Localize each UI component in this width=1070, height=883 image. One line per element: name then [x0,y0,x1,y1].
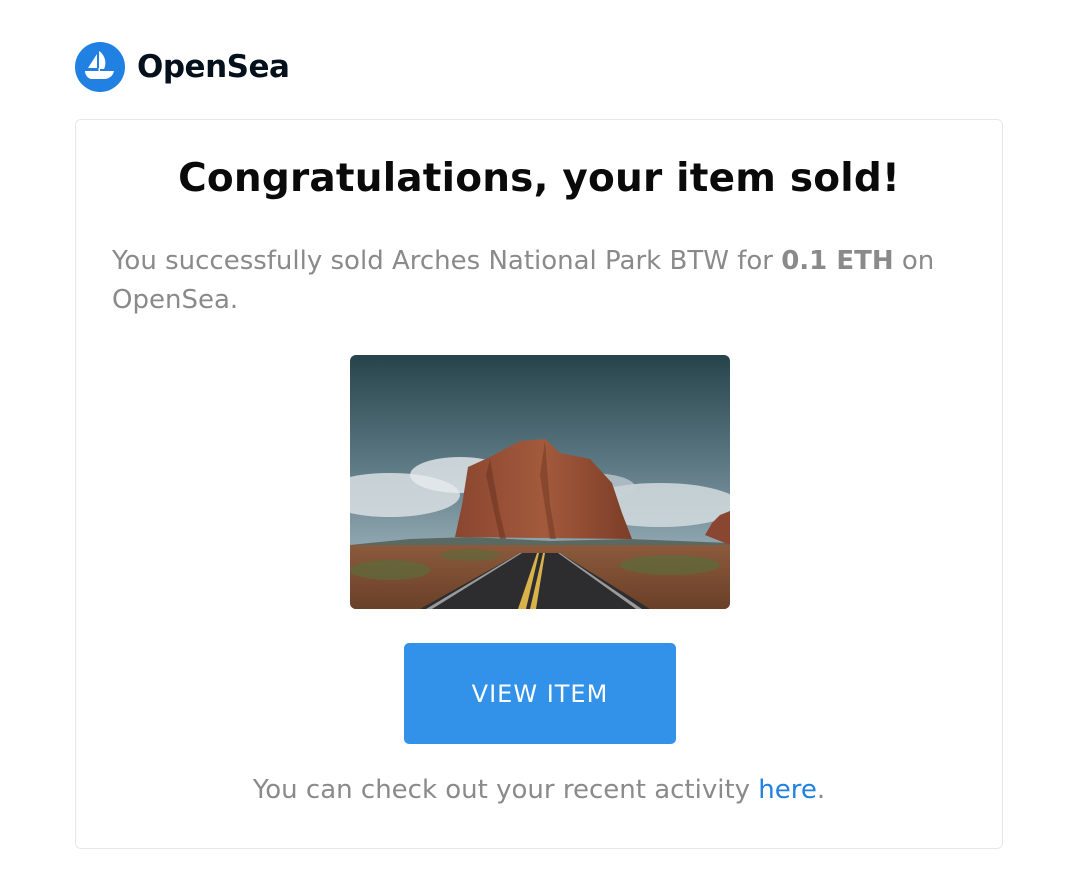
sale-message-text: You successfully sold Arches National Pa… [112,246,782,276]
activity-note: You can check out your recent activity h… [76,775,1002,805]
headline: Congratulations, your item sold! [178,156,900,201]
sale-price: 0.1 ETH [781,246,894,276]
activity-note-text: You can check out your recent activity [252,775,759,805]
activity-link[interactable]: here [758,775,817,805]
brand-header[interactable]: OpenSea [75,42,290,92]
sale-message: You successfully sold Arches National Pa… [112,242,962,320]
notification-card: Congratulations, your item sold! You suc… [75,119,1003,849]
opensea-ship-icon [75,42,125,92]
view-item-button[interactable]: VIEW ITEM [404,643,676,744]
activity-note-period: . [816,775,826,805]
item-image[interactable] [350,355,730,609]
brand-name: OpenSea [137,49,290,85]
email-page: OpenSea Congratulations, your item sold!… [0,0,1070,883]
